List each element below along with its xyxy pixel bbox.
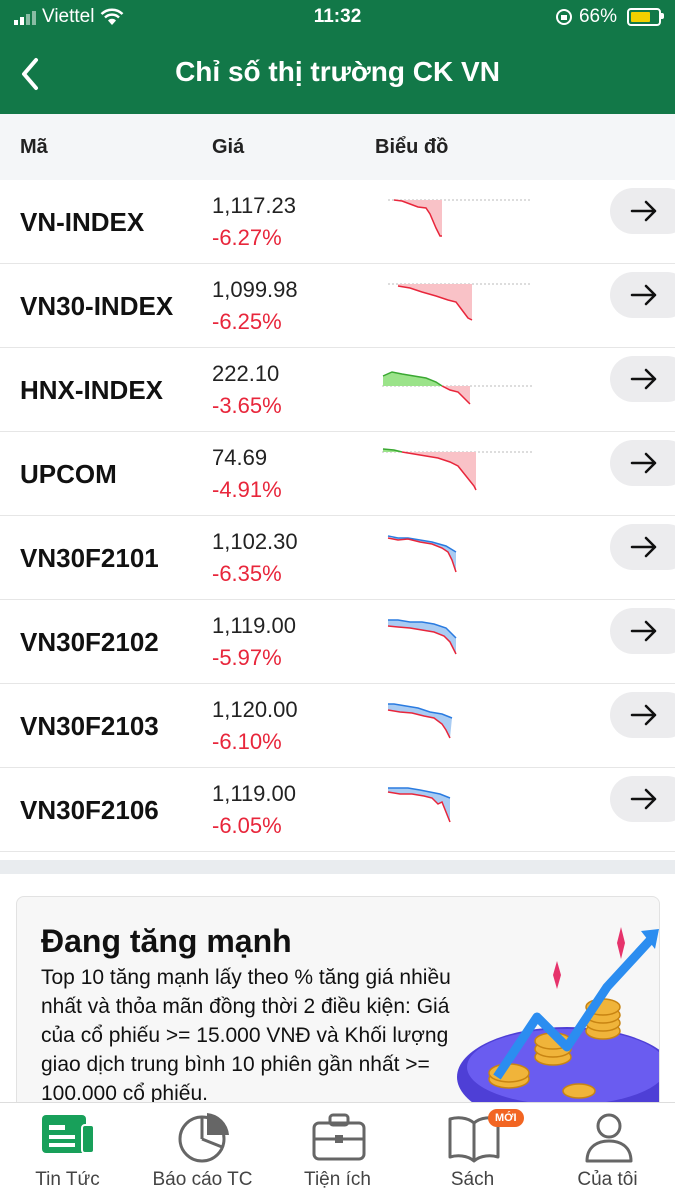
table-row[interactable]: VN30F2103 1,120.00 -6.10%: [0, 684, 675, 768]
arrow-right-icon: [630, 200, 657, 222]
open-detail-button[interactable]: [610, 692, 675, 738]
open-detail-button[interactable]: [610, 188, 675, 234]
tab-utilities[interactable]: Tiện ích: [270, 1103, 405, 1201]
sparkline: [387, 703, 453, 739]
table-row[interactable]: HNX-INDEX 222.10 -3.65%: [0, 348, 675, 432]
index-change: -6.25%: [212, 309, 282, 334]
index-price: 1,102.30: [212, 529, 298, 554]
table-row[interactable]: VN30F2106 1,119.00 -6.05%: [0, 768, 675, 852]
open-detail-button[interactable]: [610, 440, 675, 486]
briefcase-icon: [312, 1113, 366, 1161]
index-list: VN-INDEX 1,117.23 -6.27% VN30-INDEX 1,09…: [0, 180, 675, 852]
section-divider: [0, 860, 675, 874]
index-code: UPCOM: [20, 459, 117, 489]
table-header: Mã Giá Biểu đồ: [0, 114, 675, 181]
index-price: 222.10: [212, 361, 280, 386]
sparkline: [387, 535, 457, 573]
battery-icon: [627, 8, 664, 26]
index-change: -3.65%: [212, 393, 282, 418]
status-bar: Viettel 11:32 66%: [0, 0, 675, 36]
arrow-right-icon: [630, 284, 657, 306]
page-title: Chỉ số thị trường CK VN: [175, 56, 500, 87]
open-detail-button[interactable]: [610, 608, 675, 654]
battery-group: 66%: [555, 6, 664, 28]
column-header-price: Giá: [212, 136, 245, 158]
table-row[interactable]: UPCOM 74.69 -4.91%: [0, 432, 675, 516]
index-code: VN30F2106: [20, 795, 159, 825]
index-price: 74.69: [212, 445, 268, 470]
index-price: 1,099.98: [212, 277, 298, 302]
battery-percent: 66%: [578, 6, 617, 27]
table-row[interactable]: VN30-INDEX 1,099.98 -6.25%: [0, 264, 675, 348]
index-price: 1,120.00: [212, 697, 298, 722]
index-price: 1,117.23: [212, 193, 297, 218]
nav-bar: Chỉ số thị trường CK VN: [0, 36, 675, 114]
pie-chart-icon: [178, 1113, 229, 1163]
tab-label: Tiện ích: [304, 1169, 371, 1190]
table-row[interactable]: VN30F2101 1,102.30 -6.35%: [0, 516, 675, 600]
bottom-tab-bar: Tin Tức Báo cáo TC Tiện ích MỚI Sách Của…: [0, 1102, 675, 1201]
tab-financial-report[interactable]: Báo cáo TC: [135, 1103, 270, 1201]
user-icon: [585, 1113, 633, 1163]
index-change: -6.35%: [212, 561, 282, 586]
index-code: VN30F2101: [20, 543, 159, 573]
column-header-chart: Biểu đồ: [375, 136, 449, 158]
open-detail-button[interactable]: [610, 776, 675, 822]
index-change: -6.27%: [212, 225, 282, 250]
table-row[interactable]: VN30F2102 1,119.00 -5.97%: [0, 600, 675, 684]
index-change: -6.10%: [212, 729, 282, 754]
index-code: HNX-INDEX: [20, 375, 164, 405]
tab-books[interactable]: MỚI Sách: [405, 1103, 540, 1201]
open-detail-button[interactable]: [610, 356, 675, 402]
sparkline: [388, 283, 532, 321]
index-change: -6.05%: [212, 813, 282, 838]
arrow-right-icon: [630, 368, 657, 390]
sparkline: [387, 619, 457, 655]
new-badge: MỚI: [488, 1109, 524, 1127]
index-change: -4.91%: [212, 477, 282, 502]
growth-illustration: [457, 927, 659, 1127]
arrow-right-icon: [630, 536, 657, 558]
tab-label: Tin Tức: [35, 1169, 100, 1190]
open-detail-button[interactable]: [610, 524, 675, 570]
index-price: 1,119.00: [212, 781, 297, 806]
arrow-right-icon: [630, 704, 657, 726]
top-gainers-card[interactable]: Đang tăng mạnh Top 10 tăng mạnh lấy theo…: [16, 896, 660, 1128]
news-icon: [42, 1115, 95, 1154]
card-title: Đang tăng mạnh: [41, 923, 292, 959]
arrow-right-icon: [630, 620, 657, 642]
column-header-code: Mã: [20, 136, 48, 158]
arrow-right-icon: [630, 788, 657, 810]
sparkline: [382, 448, 532, 491]
open-detail-button[interactable]: [610, 272, 675, 318]
index-code: VN30F2102: [20, 627, 159, 657]
index-code: VN30-INDEX: [20, 291, 174, 321]
rotation-lock-icon: [555, 9, 572, 25]
index-code: VN30F2103: [20, 711, 159, 741]
tab-news[interactable]: Tin Tức: [0, 1103, 135, 1201]
index-price: 1,119.00: [212, 613, 297, 638]
tab-label: Sách: [450, 1169, 495, 1190]
tab-profile[interactable]: Của tôi: [540, 1103, 675, 1201]
arrow-right-icon: [630, 452, 657, 474]
table-row[interactable]: VN-INDEX 1,117.23 -6.27%: [0, 180, 675, 264]
sparkline: [387, 787, 451, 823]
sparkline: [382, 371, 532, 405]
index-code: VN-INDEX: [20, 207, 145, 237]
card-description: Top 10 tăng mạnh lấy theo % tăng giá nhi…: [41, 966, 451, 1105]
sparkline: [388, 199, 532, 237]
tab-label: Báo cáo TC: [152, 1169, 253, 1190]
tab-label: Của tôi: [577, 1169, 638, 1190]
index-change: -5.97%: [212, 645, 282, 670]
